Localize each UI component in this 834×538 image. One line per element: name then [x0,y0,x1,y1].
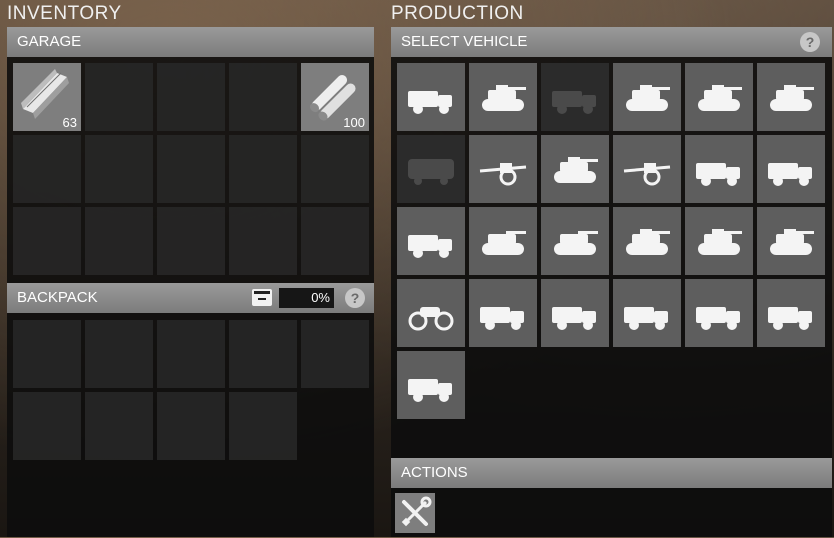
armored-truck-icon [624,307,668,330]
vehicle-option[interactable] [685,63,753,131]
garage-slot[interactable] [229,63,297,131]
light-tank-icon [482,85,526,111]
construction-truck-icon [408,379,452,402]
build-action-button[interactable] [395,493,435,533]
backpack-slot[interactable] [13,392,81,460]
armored-truck-icon [552,307,596,330]
backpack-slot[interactable] [229,320,297,388]
backpack-slot[interactable] [85,392,153,460]
backpack-slot[interactable] [301,320,369,388]
vehicle-option[interactable] [757,279,825,347]
vehicle-option[interactable] [469,279,537,347]
vehicle-option[interactable] [685,135,753,203]
vehicle-option[interactable] [613,63,681,131]
actions-label: ACTIONS [401,464,468,481]
truck-icon [480,307,524,330]
select-vehicle-header: SELECT VEHICLE [391,27,832,57]
backpack-slot[interactable] [157,392,225,460]
garage-slot-steel-beams[interactable]: 63 [13,63,81,131]
armored-car-icon [552,91,596,114]
vehicle-option[interactable] [613,279,681,347]
ambulance-icon [408,91,452,114]
vehicle-option[interactable] [397,135,465,203]
garage-slot[interactable] [157,63,225,131]
garage-slot[interactable] [85,63,153,131]
vehicle-option[interactable] [541,135,609,203]
backpack-slot[interactable] [157,320,225,388]
select-vehicle-help-button[interactable]: ? [800,32,820,52]
garage-slot[interactable] [301,207,369,275]
vehicle-option[interactable] [469,135,537,203]
tank-icon [698,229,742,255]
vehicle-option[interactable] [685,279,753,347]
garage-header: GARAGE [7,27,374,57]
garage-slot[interactable] [85,135,153,203]
garage-slot[interactable] [13,207,81,275]
backpack-slot[interactable] [13,320,81,388]
backpack-label: BACKPACK [17,289,98,306]
vehicle-option[interactable] [469,207,537,275]
vehicle-option[interactable] [757,207,825,275]
production-title: PRODUCTION [391,3,524,24]
select-vehicle-label: SELECT VEHICLE [401,33,528,50]
wrench-screwdriver-icon [401,496,432,527]
bus-icon [408,159,454,185]
halftrack-truck-icon [696,163,740,186]
backpack-help-button[interactable]: ? [345,288,365,308]
cargo-truck-icon [696,307,740,330]
inventory-title: INVENTORY [7,3,122,24]
motorcycle-icon [408,307,454,331]
tracked-carrier-icon [482,231,526,255]
vehicle-option[interactable] [757,63,825,131]
anti-tank-gun-icon [554,157,598,183]
vehicle-option[interactable] [397,63,465,131]
garage-slot[interactable] [13,135,81,203]
encumbrance-value: 0% [279,288,334,308]
vehicle-option[interactable] [757,135,825,203]
vehicle-option[interactable] [397,207,465,275]
vehicle-option[interactable] [613,135,681,203]
garage-slot[interactable] [157,207,225,275]
item-count: 100 [343,115,365,130]
encumbrance-icon [252,289,272,306]
tracked-truck-icon [768,307,812,330]
tank-icon [626,229,670,255]
garage-slot[interactable] [85,207,153,275]
field-gun-icon [479,163,527,186]
actions-header: ACTIONS [391,458,832,488]
towed-gun-icon [623,163,671,186]
backpack-slot[interactable] [85,320,153,388]
halftrack-icon [768,163,812,186]
tank-icon [698,85,742,111]
garage-slot[interactable] [229,135,297,203]
backpack-slot[interactable] [229,392,297,460]
tank-icon [626,85,670,111]
garage-label: GARAGE [17,33,82,50]
vehicle-option[interactable] [469,63,537,131]
garage-slot[interactable] [229,207,297,275]
vehicle-option[interactable] [541,207,609,275]
vehicle-option[interactable] [397,351,465,419]
heavy-tank-icon [770,229,814,255]
amphibious-vehicle-icon [554,231,598,255]
vehicle-option[interactable] [541,63,609,131]
item-count: 63 [62,115,77,130]
vehicle-option[interactable] [397,279,465,347]
garage-slot[interactable] [301,135,369,203]
garage-slot-pipes[interactable]: 100 [301,63,369,131]
vehicle-option[interactable] [613,207,681,275]
tank-icon [770,85,814,111]
vehicle-option[interactable] [685,207,753,275]
garage-slot[interactable] [157,135,225,203]
armored-car-icon [408,235,452,258]
vehicle-option[interactable] [541,279,609,347]
